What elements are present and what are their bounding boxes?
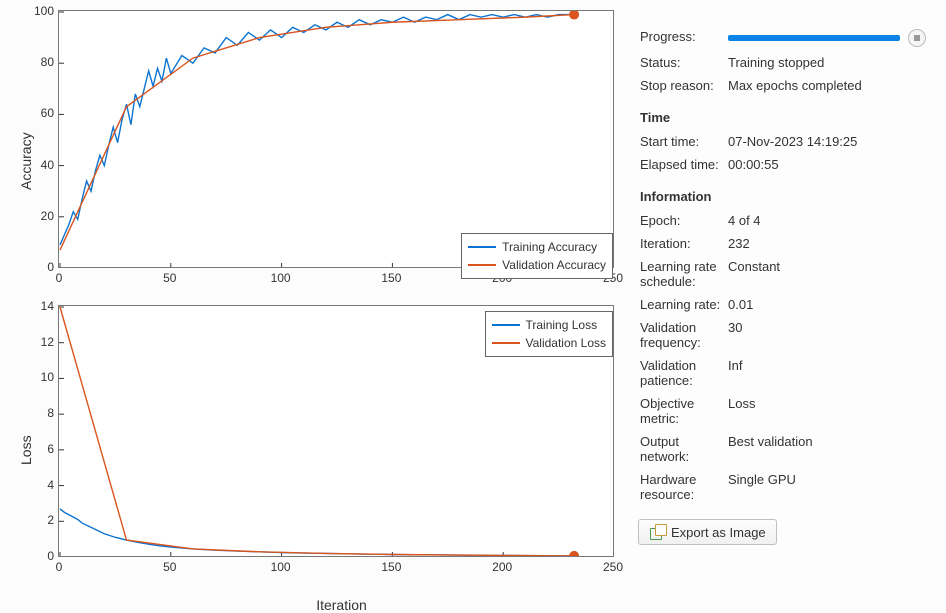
epoch-value: 4 of 4 [728, 210, 926, 231]
hw-value: Single GPU [728, 469, 926, 505]
progress-bar [728, 35, 900, 41]
accuracy-plot-svg [58, 10, 614, 268]
legend-train-acc: Training Accuracy [502, 240, 597, 254]
elapsed-value: 00:00:55 [728, 154, 926, 175]
legend-val-acc: Validation Accuracy [502, 258, 606, 272]
objmetric-value: Loss [728, 393, 926, 429]
export-button-label: Export as Image [671, 525, 766, 540]
lrsched-value: Constant [728, 256, 926, 292]
info-table: Progress: Status:Training stopped Stop r… [638, 24, 928, 507]
accuracy-y-label: Accuracy [18, 132, 34, 190]
starttime-value: 07-Nov-2023 14:19:25 [728, 131, 926, 152]
valpat-value: Inf [728, 355, 926, 391]
stop-button[interactable] [908, 29, 926, 47]
information-header: Information [640, 177, 926, 208]
loss-chart: Loss 02468101214 050100150200250 Trainin… [10, 305, 625, 595]
valfreq-label: Validation frequency: [640, 317, 726, 353]
hw-label: Hardware resource: [640, 469, 726, 505]
elapsed-label: Elapsed time: [640, 154, 726, 175]
loss-y-label: Loss [18, 435, 34, 465]
status-value: Training stopped [728, 52, 926, 73]
stopreason-label: Stop reason: [640, 75, 726, 96]
lr-label: Learning rate: [640, 294, 726, 315]
status-label: Status: [640, 52, 726, 73]
valfreq-value: 30 [728, 317, 926, 353]
stopreason-value: Max epochs completed [728, 75, 926, 96]
starttime-label: Start time: [640, 131, 726, 152]
accuracy-chart: Accuracy 020406080100 050100150200250 Tr… [10, 10, 625, 305]
legend-train-loss: Training Loss [526, 318, 598, 332]
objmetric-label: Objective metric: [640, 393, 726, 429]
epoch-label: Epoch: [640, 210, 726, 231]
export-icon [649, 524, 665, 540]
info-panel: Progress: Status:Training stopped Stop r… [630, 0, 946, 607]
lr-value: 0.01 [728, 294, 926, 315]
iteration-value: 232 [728, 233, 926, 254]
export-as-image-button[interactable]: Export as Image [638, 519, 777, 545]
outnet-label: Output network: [640, 431, 726, 467]
loss-x-label: Iteration [58, 597, 625, 613]
valpat-label: Validation patience: [640, 355, 726, 391]
charts-panel: Accuracy 020406080100 050100150200250 Tr… [0, 0, 630, 607]
loss-legend: Training Loss Validation Loss [485, 311, 614, 357]
iteration-label: Iteration: [640, 233, 726, 254]
lrsched-label: Learning rate schedule: [640, 256, 726, 292]
progress-label: Progress: [640, 26, 726, 50]
accuracy-legend: Training Accuracy Validation Accuracy [461, 233, 613, 279]
time-header: Time [640, 98, 926, 129]
stop-icon [914, 35, 920, 41]
legend-val-loss: Validation Loss [526, 336, 607, 350]
outnet-value: Best validation [728, 431, 926, 467]
